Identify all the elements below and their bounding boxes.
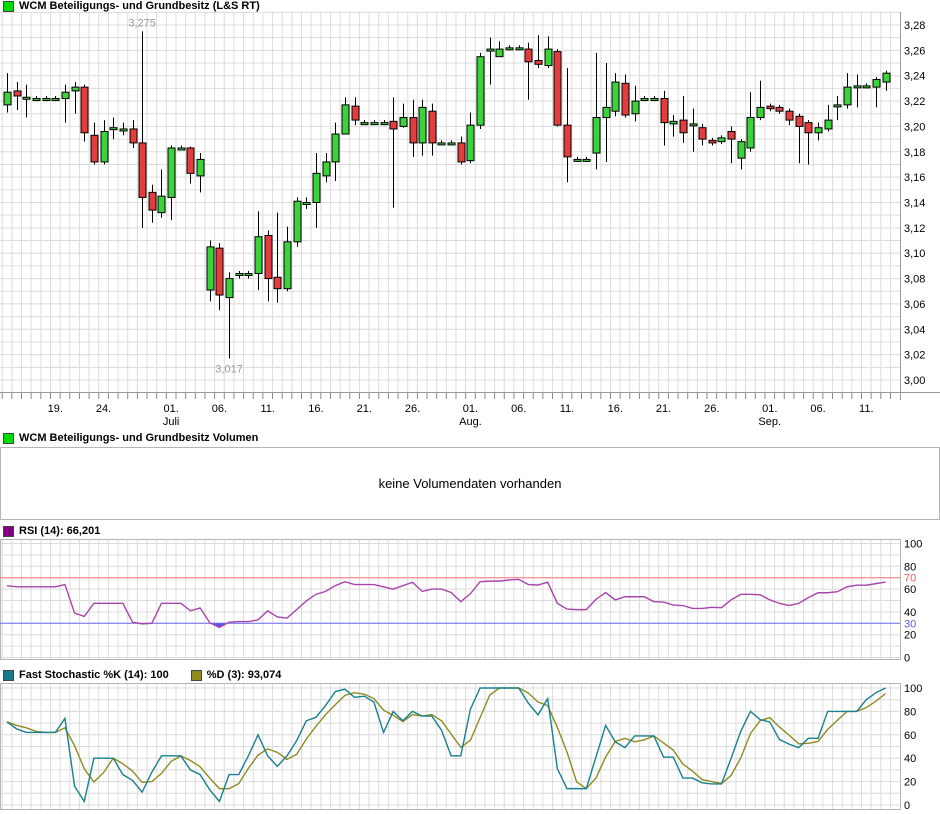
svg-text:3,20: 3,20 <box>904 121 925 133</box>
svg-text:0: 0 <box>904 800 910 812</box>
svg-text:01.: 01. <box>762 403 777 415</box>
svg-text:100: 100 <box>904 683 922 695</box>
svg-text:3,04: 3,04 <box>904 324 925 336</box>
svg-text:80: 80 <box>904 706 916 718</box>
svg-text:16.: 16. <box>608 403 623 415</box>
svg-text:11.: 11. <box>859 403 873 415</box>
svg-text:Aug.: Aug. <box>459 416 482 428</box>
svg-text:3,18: 3,18 <box>904 147 925 159</box>
svg-text:3,24: 3,24 <box>904 71 925 83</box>
svg-text:40: 40 <box>904 753 916 765</box>
svg-text:3,02: 3,02 <box>904 350 925 362</box>
stochastic-d-legend-label: %D (3): 93,074 <box>207 670 282 681</box>
svg-text:06.: 06. <box>810 403 825 415</box>
svg-text:3,00: 3,00 <box>904 375 925 387</box>
svg-text:3,275: 3,275 <box>128 17 156 29</box>
svg-text:21.: 21. <box>357 403 372 415</box>
svg-text:06.: 06. <box>511 403 526 415</box>
svg-text:30: 30 <box>904 618 916 630</box>
volume-series-icon <box>3 433 14 444</box>
svg-text:11.: 11. <box>560 403 574 415</box>
svg-text:80: 80 <box>904 561 916 573</box>
svg-text:40: 40 <box>904 607 916 619</box>
stochastic-k-legend: Fast Stochastic %K (14): 100 <box>3 670 169 681</box>
stochastic-chart: 100 80 60 40 20 0 <box>0 683 922 812</box>
rsi-series-icon <box>3 526 14 537</box>
chart-stage: 3,28 3,26 3,24 3,22 3,20 3,18 3,16 3,14 3,12 3,10… <box>0 0 940 814</box>
svg-text:24.: 24. <box>96 403 111 415</box>
stochastic-legend: Fast Stochastic %K (14): 100 %D (3): 93,… <box>3 670 281 681</box>
svg-text:26.: 26. <box>704 403 719 415</box>
volume-legend: WCM Beteiligungs- und Grundbesitz Volume… <box>3 433 258 444</box>
stochastic-k-legend-label: Fast Stochastic %K (14): 100 <box>19 670 169 681</box>
svg-text:3,14: 3,14 <box>904 198 925 210</box>
svg-text:20: 20 <box>904 630 916 642</box>
svg-text:19.: 19. <box>48 403 63 415</box>
svg-text:0: 0 <box>904 653 910 665</box>
svg-text:3,017: 3,017 <box>215 363 243 375</box>
svg-text:26.: 26. <box>405 403 420 415</box>
svg-text:3,12: 3,12 <box>904 223 925 235</box>
svg-text:11.: 11. <box>260 403 274 415</box>
svg-text:3,16: 3,16 <box>904 172 925 184</box>
price-chart: 3,28 3,26 3,24 3,22 3,20 3,18 3,16 3,14 3,12 3,10… <box>0 12 940 428</box>
rsi-chart: 100 807060 403020 0 <box>0 539 922 665</box>
svg-text:60: 60 <box>904 584 916 596</box>
price-legend-label: WCM Beteiligungs- und Grundbesitz (L&S R… <box>19 1 260 12</box>
volume-panel: keine Volumendaten vorhanden <box>0 447 940 520</box>
svg-text:60: 60 <box>904 730 916 742</box>
svg-text:100: 100 <box>904 539 922 551</box>
svg-text:3,06: 3,06 <box>904 299 925 311</box>
svg-text:01.: 01. <box>463 403 478 415</box>
stochastic-d-series-icon <box>191 670 202 681</box>
volume-empty-message: keine Volumendaten vorhanden <box>379 476 562 491</box>
volume-legend-label: WCM Beteiligungs- und Grundbesitz Volume… <box>19 433 258 444</box>
rsi-legend: RSI (14): 66,201 <box>3 526 100 537</box>
svg-text:Juli: Juli <box>163 416 180 428</box>
stochastic-d-legend: %D (3): 93,074 <box>191 670 282 681</box>
svg-text:3,08: 3,08 <box>904 274 925 286</box>
svg-text:3,10: 3,10 <box>904 248 925 260</box>
svg-text:06.: 06. <box>212 403 227 415</box>
rsi-legend-label: RSI (14): 66,201 <box>19 526 100 537</box>
svg-text:3,22: 3,22 <box>904 96 925 108</box>
price-series-icon <box>3 1 14 12</box>
svg-text:20: 20 <box>904 777 916 789</box>
svg-text:70: 70 <box>904 573 916 585</box>
svg-text:3,26: 3,26 <box>904 45 925 57</box>
svg-text:16.: 16. <box>308 403 323 415</box>
svg-text:3,28: 3,28 <box>904 20 925 32</box>
svg-text:01.: 01. <box>163 403 178 415</box>
svg-text:Sep.: Sep. <box>758 416 781 428</box>
svg-text:21.: 21. <box>656 403 671 415</box>
stochastic-k-series-icon <box>3 670 14 681</box>
price-legend: WCM Beteiligungs- und Grundbesitz (L&S R… <box>3 1 260 12</box>
charts-canvas: 3,28 3,26 3,24 3,22 3,20 3,18 3,16 3,14 3,12 3,10… <box>0 0 940 814</box>
